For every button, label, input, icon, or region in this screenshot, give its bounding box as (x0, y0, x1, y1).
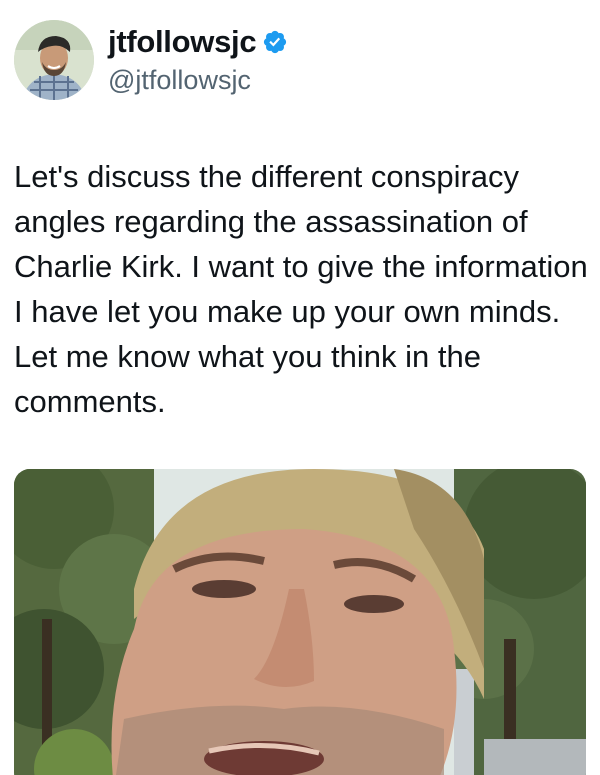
profile-photo-icon (14, 20, 94, 100)
video-still-icon (14, 469, 586, 775)
tweet-text: Let's discuss the different conspiracy a… (14, 159, 597, 419)
verified-badge-icon (262, 29, 288, 55)
user-handle[interactable]: @jtfollowsjc (108, 62, 251, 98)
tweet-media[interactable] (14, 469, 586, 775)
name-row: jtfollowsjc (108, 22, 288, 62)
display-name[interactable]: jtfollowsjc (108, 22, 257, 62)
avatar[interactable] (14, 20, 94, 100)
tweet: jtfollowsjc @jtfollowsjc Let's discuss t… (0, 0, 600, 775)
